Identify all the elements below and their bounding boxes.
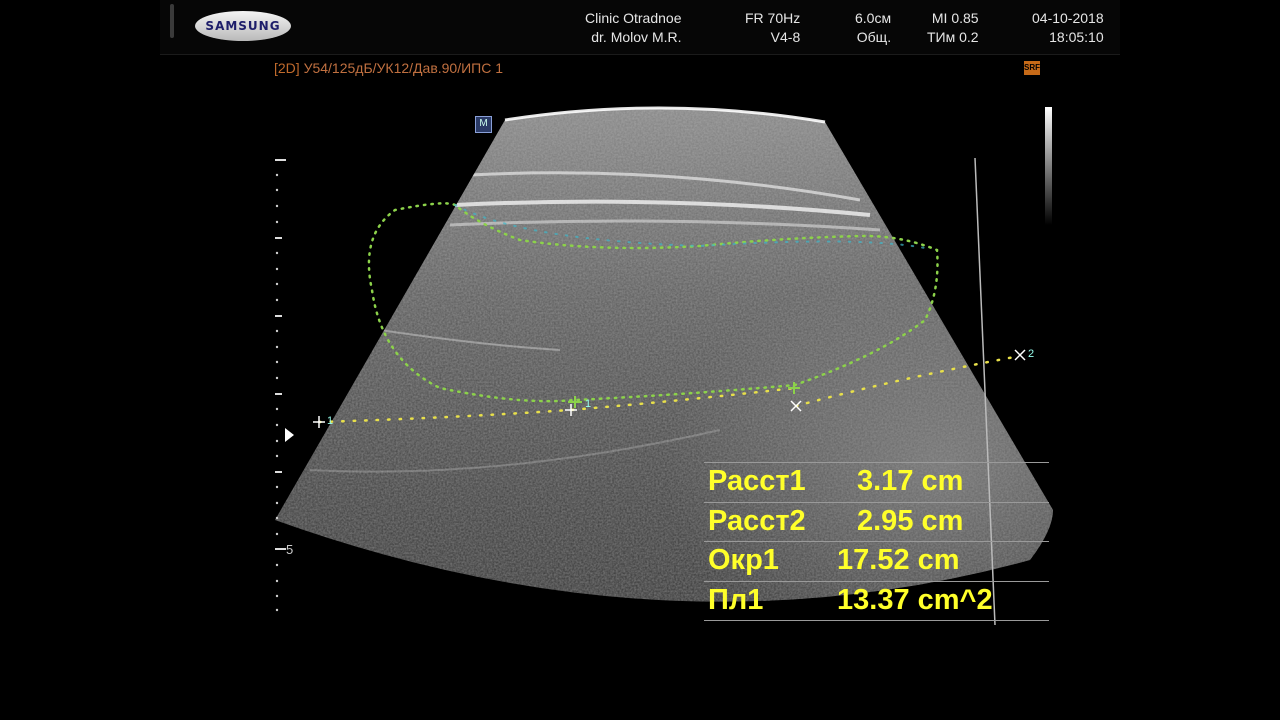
caliper-label-1: 1 — [327, 415, 334, 427]
depth-label: 5 — [286, 542, 294, 557]
measurement-label: Расст1 — [708, 465, 806, 497]
orientation-marker-icon: M — [475, 116, 492, 133]
depth-scale — [275, 159, 286, 550]
measurement-label: Расст2 — [708, 504, 806, 537]
measurement-value: 3.17 cm — [857, 465, 964, 497]
measurement-value: 13.37 cm^2 — [837, 583, 993, 616]
measurement-label: Окр1 — [708, 544, 779, 576]
measurement-value: 17.52 cm — [837, 544, 960, 576]
focus-marker-icon[interactable] — [285, 428, 294, 442]
measurement-value: 2.95 cm — [857, 504, 964, 537]
ultrasound-image — [275, 106, 1053, 626]
measurement-panel: Расст1 3.17 cm Расст2 2.95 cm Окр1 17.52… — [704, 462, 1049, 621]
caliper-label-2: 2 — [1028, 348, 1035, 360]
measurement-row: Расст1 3.17 cm — [704, 462, 1049, 502]
caliper-label-c1: 1 — [585, 398, 592, 410]
measurement-row: Окр1 17.52 cm — [704, 541, 1049, 581]
measurement-row: Пл1 13.37 cm^2 — [704, 580, 1049, 621]
grayscale-bar — [1045, 107, 1052, 225]
measurement-row: Расст2 2.95 cm — [704, 501, 1049, 542]
measurement-label: Пл1 — [708, 583, 764, 616]
